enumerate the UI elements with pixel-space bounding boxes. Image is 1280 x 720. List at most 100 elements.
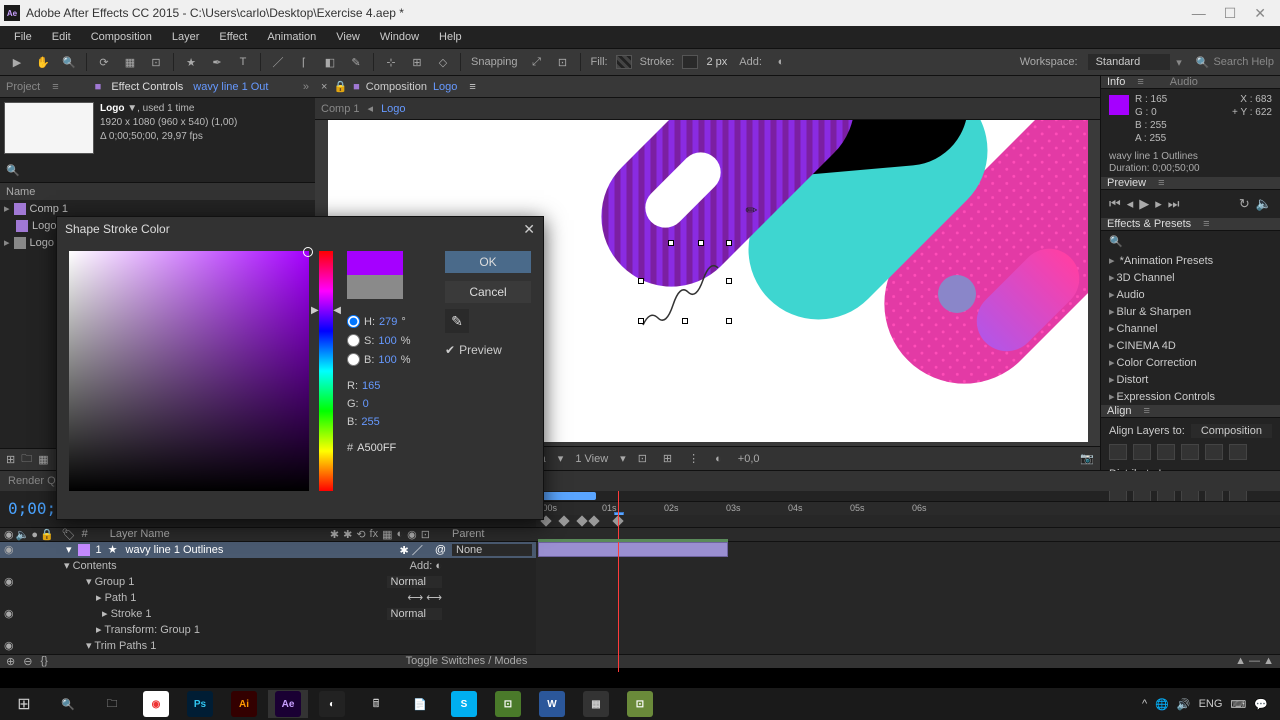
menu-edit[interactable]: Edit (44, 29, 79, 45)
taskbar-search[interactable]: 🔍 (48, 690, 88, 718)
align-to-dropdown[interactable]: Composition (1191, 424, 1272, 438)
align-left-button[interactable] (1109, 444, 1127, 460)
menu-view[interactable]: View (328, 29, 368, 45)
cancel-button[interactable]: Cancel (445, 281, 531, 303)
ok-button[interactable]: OK (445, 251, 531, 273)
green-value[interactable]: 0 (363, 398, 369, 410)
col-lock-icon[interactable]: 🔒 (40, 529, 54, 541)
pen-tool[interactable]: ✒ (206, 51, 228, 73)
project-name-column[interactable]: Name (6, 186, 35, 198)
composition-tab-label[interactable]: Composition (366, 81, 427, 93)
preview-checkbox[interactable]: ✔ (445, 343, 455, 357)
col-audio-icon[interactable]: 🔈 (16, 529, 30, 541)
type-tool[interactable]: T (232, 51, 254, 73)
blue-value[interactable]: 255 (361, 416, 379, 428)
shape-tool[interactable]: ★ (180, 51, 202, 73)
tool-c[interactable]: ◇ (432, 51, 454, 73)
tray-volume-icon[interactable]: 🔊 (1177, 698, 1191, 711)
align-vcenter-button[interactable] (1205, 444, 1223, 460)
snapshot-icon[interactable]: 📷 (1080, 452, 1094, 465)
roto-tool[interactable]: ✎ (345, 51, 367, 73)
tray-language[interactable]: ENG (1199, 698, 1223, 710)
mute-button[interactable]: 🔈 (1256, 196, 1272, 212)
camera-tool[interactable]: ▦ (119, 51, 141, 73)
clone-tool[interactable]: ⌈ (293, 51, 315, 73)
stroke-swatch[interactable] (682, 55, 698, 69)
menu-window[interactable]: Window (372, 29, 427, 45)
maximize-button[interactable]: ☐ (1224, 5, 1237, 22)
layer-property-row[interactable]: ◉▾ Group 1 Normal (0, 574, 536, 590)
parent-column[interactable]: Parent (452, 528, 532, 540)
effects-search-icon[interactable]: 🔍 (1109, 236, 1123, 248)
new-folder-icon[interactable]: 🗀 (21, 450, 32, 469)
hue-value[interactable]: 279 (379, 316, 397, 328)
prev-frame-button[interactable]: ◂ (1127, 196, 1134, 212)
close-button[interactable]: ✕ (1254, 5, 1266, 22)
stroke-width[interactable]: 2 px (702, 56, 731, 68)
layer-property-row[interactable]: ▾ Contents Add: ◐ (0, 558, 536, 574)
taskbar-word[interactable]: W (532, 690, 572, 718)
toggle-switches-button[interactable]: Toggle Switches / Modes (406, 655, 528, 667)
col-label-icon[interactable]: 🏷 (62, 528, 76, 541)
eraser-tool[interactable]: ◧ (319, 51, 341, 73)
tl-zoom-icon[interactable]: ⊖ (23, 655, 32, 668)
tray-up-icon[interactable]: ^ (1142, 698, 1147, 710)
composition-tab-name[interactable]: Logo (433, 81, 457, 93)
minimize-button[interactable]: — (1192, 5, 1206, 22)
layer-tracks[interactable] (536, 542, 1280, 654)
snap-grid-icon[interactable]: ⊡ (552, 51, 574, 73)
taskbar-app3[interactable]: ⊡ (620, 690, 660, 718)
menu-layer[interactable]: Layer (164, 29, 208, 45)
project-row[interactable]: ▸Comp 1 (0, 200, 315, 217)
pan-behind-tool[interactable]: ⊡ (145, 51, 167, 73)
color-cursor[interactable] (303, 247, 313, 257)
menu-effect[interactable]: Effect (211, 29, 255, 45)
selected-layer-bounds[interactable] (638, 240, 738, 330)
effects-category[interactable]: ▸Audio (1101, 286, 1280, 303)
col-visibility-icon[interactable]: ◉ (4, 529, 14, 541)
snap-icon[interactable]: ⤢ (526, 51, 548, 73)
view-icon-b[interactable]: ⊞ (659, 452, 676, 465)
lock-icon[interactable]: 🔒 (333, 80, 347, 93)
search-help-input[interactable]: Search Help (1213, 56, 1274, 68)
menu-animation[interactable]: Animation (259, 29, 324, 45)
project-thumbnail[interactable] (4, 102, 94, 154)
effects-category[interactable]: ▸CINEMA 4D (1101, 337, 1280, 354)
col-switch-icon[interactable]: ✱ (330, 528, 339, 541)
layer-name[interactable]: wavy line 1 Outlines (126, 544, 224, 556)
blend-mode-dropdown[interactable]: Normal (387, 576, 442, 588)
view-icon-c[interactable]: ⋮ (684, 452, 703, 465)
blend-mode-dropdown[interactable]: Normal (387, 608, 442, 620)
layer-row[interactable]: ◉ ▾ 1 ★ wavy line 1 Outlines ✱ ／ @ None (0, 542, 536, 558)
col-solo-icon[interactable]: ● (31, 529, 38, 541)
effects-category[interactable]: ▸3D Channel (1101, 269, 1280, 286)
first-frame-button[interactable]: ⏮ (1109, 196, 1121, 212)
red-value[interactable]: 165 (362, 380, 380, 392)
tray-network-icon[interactable]: 🌐 (1155, 698, 1169, 711)
taskbar-chrome[interactable]: ◉ (136, 690, 176, 718)
flowchart-parent[interactable]: Comp 1 (321, 103, 360, 115)
audio-tab[interactable]: Audio (1170, 76, 1198, 88)
taskbar-app[interactable]: ◐ (312, 690, 352, 718)
hex-value[interactable]: A500FF (357, 442, 396, 454)
taskbar-illustrator[interactable]: Ai (224, 690, 264, 718)
sat-radio[interactable] (347, 334, 360, 347)
color-mgmt-icon[interactable]: ◐ (711, 453, 726, 465)
effects-category[interactable]: ▸ *Animation Presets (1101, 252, 1280, 269)
next-frame-button[interactable]: ▸ (1155, 196, 1162, 212)
puppet-tool[interactable]: ⊹ (380, 51, 402, 73)
time-ruler[interactable]: :00s 01s 02s 03s 04s 05s 06s (536, 501, 1280, 515)
snapping-toggle[interactable]: Snapping (467, 56, 522, 68)
sat-value[interactable]: 100 (378, 335, 396, 347)
start-button[interactable]: ⊞ (4, 690, 44, 718)
preview-tab[interactable]: Preview (1107, 177, 1146, 189)
parent-dropdown[interactable]: None (452, 544, 532, 556)
hand-tool[interactable]: ✋ (32, 51, 54, 73)
last-frame-button[interactable]: ⏭ (1168, 196, 1180, 212)
layer-property-row[interactable]: ◉▸ Stroke 1 Normal (0, 606, 536, 622)
panel-menu-icon[interactable]: ≡ (469, 81, 475, 93)
zoom-tool[interactable]: 🔍 (58, 51, 80, 73)
info-tab[interactable]: Info (1107, 76, 1125, 88)
eyedropper-button[interactable]: ✎ (445, 309, 469, 333)
work-area-bar[interactable] (536, 491, 1280, 501)
